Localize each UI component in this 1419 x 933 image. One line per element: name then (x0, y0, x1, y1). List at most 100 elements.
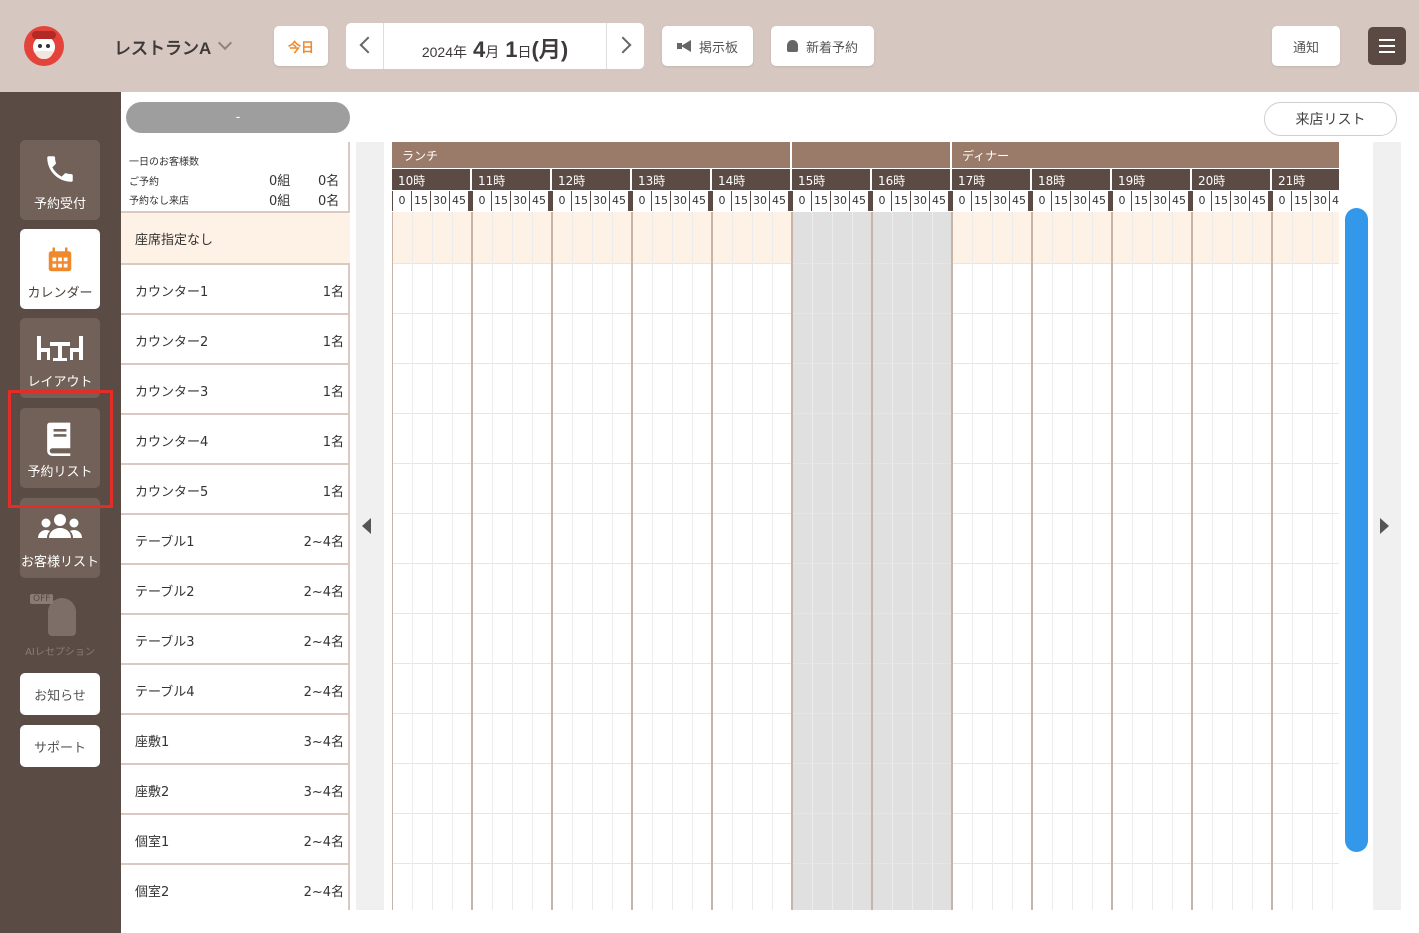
period-header: ディナー (952, 142, 1339, 168)
quarter-divider (1152, 212, 1153, 910)
minute-label: 0 (1113, 191, 1131, 211)
period-header: ランチ (392, 142, 792, 168)
bulletin-board-button[interactable]: 掲示板 (662, 26, 753, 66)
top-bar: レストランA 今日 2024年 4 月 1 日 (月) 掲示板 新着予約 通知 (0, 0, 1419, 92)
seat-capacity: 1名 (322, 435, 344, 450)
minute-label: 45 (690, 191, 708, 211)
seat-capacity: 1名 (322, 385, 344, 400)
notice-button[interactable]: お知らせ (20, 673, 100, 715)
ai-reception-toggle[interactable]: OFF AIレセプション (20, 590, 100, 662)
grid-row-line (392, 663, 1339, 664)
minute-label: 15 (572, 191, 590, 211)
quarter-divider (892, 212, 893, 910)
off-badge: OFF (30, 594, 54, 604)
seat-row[interactable]: テーブル4 2~4名 (121, 663, 350, 713)
today-button[interactable]: 今日 (274, 26, 328, 66)
quarter-divider (972, 212, 973, 910)
minute-row: 0153045 (632, 191, 712, 211)
quarter-divider (812, 212, 813, 910)
minute-label: 0 (1193, 191, 1211, 211)
seat-capacity: 1名 (322, 285, 344, 300)
notifications-button[interactable]: 通知 (1272, 26, 1340, 66)
seat-capacity: 3~4名 (303, 735, 344, 750)
hour-divider (631, 212, 633, 910)
quarter-divider (532, 212, 533, 910)
seat-row[interactable]: カウンター2 1名 (121, 313, 350, 363)
hour-divider (551, 212, 553, 910)
minute-label: 0 (953, 191, 971, 211)
chevron-right-icon (614, 36, 632, 54)
seat-row[interactable]: カウンター4 1名 (121, 413, 350, 463)
previous-day-button[interactable] (346, 23, 384, 69)
quarter-divider (492, 212, 493, 910)
minute-row: 0153045 (1272, 191, 1339, 211)
minute-label: 0 (553, 191, 571, 211)
seat-list: 一日のお客様数 ご予約 0組 0名 予約なし来店 0組 0名 座席指定なし カウン… (121, 142, 350, 910)
quarter-divider (1332, 212, 1333, 910)
quarter-divider (1132, 212, 1133, 910)
minute-label: 15 (652, 191, 670, 211)
minute-label: 30 (431, 191, 449, 211)
hour-header: 11時 (472, 169, 552, 190)
minute-label: 30 (1071, 191, 1089, 211)
scroll-right-button[interactable] (1373, 142, 1401, 910)
grid-row-line (392, 863, 1339, 864)
seat-name: 個室2 (135, 885, 170, 900)
seat-row[interactable]: カウンター1 1名 (121, 263, 350, 313)
seat-row[interactable]: テーブル1 2~4名 (121, 513, 350, 563)
quarter-divider (1052, 212, 1053, 910)
seat-row[interactable]: カウンター5 1名 (121, 463, 350, 513)
seat-capacity: 1名 (322, 485, 344, 500)
sidebar-item-customer-list[interactable]: お客様リスト (20, 498, 100, 578)
next-day-button[interactable] (606, 23, 644, 69)
grid-row-line (392, 463, 1339, 464)
seat-capacity: 2~4名 (303, 585, 344, 600)
hour-divider (1111, 212, 1113, 910)
hour-header: 19時 (1112, 169, 1192, 190)
seat-row[interactable]: テーブル2 2~4名 (121, 563, 350, 613)
highlight-box (8, 390, 113, 508)
hour-header: 13時 (632, 169, 712, 190)
minute-label: 30 (511, 191, 529, 211)
view-selector-pill[interactable]: - (126, 102, 350, 133)
minute-label: 0 (873, 191, 891, 211)
hour-header: 10時 (392, 169, 472, 190)
minute-label: 0 (1273, 191, 1291, 211)
seat-row[interactable]: 座敷1 3~4名 (121, 713, 350, 763)
table-chairs-icon (37, 336, 83, 361)
sidebar-item-reception[interactable]: 予約受付 (20, 140, 100, 220)
seat-row[interactable]: 個室2 2~4名 (121, 863, 350, 913)
hamburger-menu-button[interactable] (1368, 27, 1406, 65)
scroll-left-button[interactable] (356, 142, 384, 910)
minute-label: 0 (713, 191, 731, 211)
visit-list-button[interactable]: 来店リスト (1264, 102, 1397, 136)
sidebar: 予約受付 カレンダー レイアウト 予約リスト お客様リスト OFF AIレセプシ… (0, 92, 121, 933)
minute-label: 0 (393, 191, 411, 211)
store-selector[interactable]: レストランA (114, 34, 211, 59)
minute-row: 0153045 (712, 191, 792, 211)
minute-label: 30 (671, 191, 689, 211)
seat-capacity: 2~4名 (303, 885, 344, 900)
quarter-divider (912, 212, 913, 910)
quarter-divider (512, 212, 513, 910)
seat-name: 個室1 (135, 835, 170, 850)
seat-row[interactable]: 座敷2 3~4名 (121, 763, 350, 813)
quarter-divider (1312, 212, 1313, 910)
sidebar-item-layout[interactable]: レイアウト (20, 318, 100, 398)
chevron-down-icon[interactable] (217, 35, 233, 51)
seat-row[interactable]: テーブル3 2~4名 (121, 613, 350, 663)
seat-row-unassigned[interactable]: 座席指定なし (121, 211, 350, 263)
minute-label: 15 (732, 191, 750, 211)
timeline-body[interactable] (392, 212, 1339, 910)
new-reservations-button[interactable]: 新着予約 (771, 26, 874, 66)
hour-divider (951, 212, 953, 910)
hour-divider (871, 212, 873, 910)
minute-row: 0153045 (872, 191, 952, 211)
quarter-divider (452, 212, 453, 910)
seat-row[interactable]: カウンター3 1名 (121, 363, 350, 413)
quarter-divider (1012, 212, 1013, 910)
support-button[interactable]: サポート (20, 725, 100, 767)
sidebar-item-calendar[interactable]: カレンダー (20, 229, 100, 309)
seat-row[interactable]: 個室1 2~4名 (121, 813, 350, 863)
vertical-scrollbar[interactable] (1345, 208, 1368, 852)
